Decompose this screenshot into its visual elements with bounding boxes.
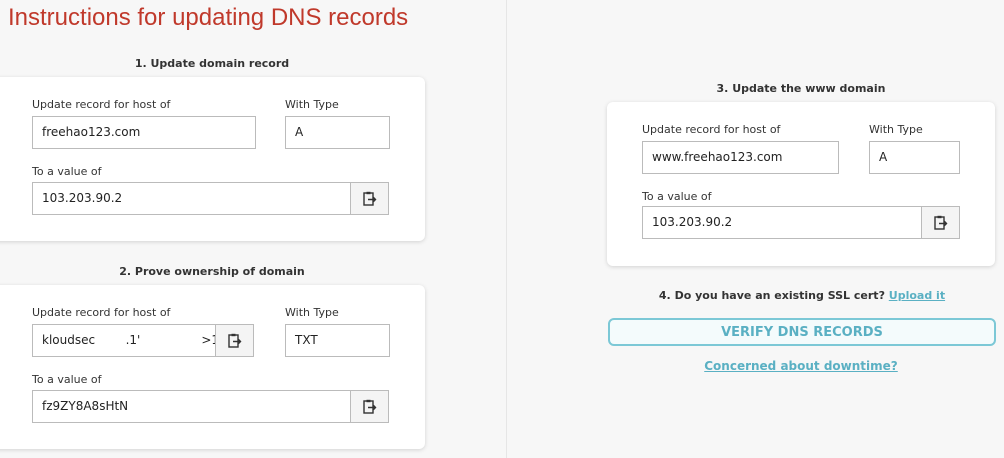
section1-value-field[interactable]: 103.203.90.2 (32, 182, 351, 215)
section2-card: Update record for host of With Type klou… (0, 285, 425, 449)
section1-title: 1. Update domain record (134, 57, 290, 70)
clipboard-copy-icon (227, 333, 241, 348)
verify-dns-button[interactable]: VERIFY DNS RECORDS (608, 318, 996, 346)
section2-host-label: Update record for host of (32, 306, 171, 319)
section1-host-label: Update record for host of (32, 98, 171, 111)
section1-value-label: To a value of (32, 165, 102, 178)
section2-value-copy-button[interactable] (350, 390, 389, 423)
section3-value-label: To a value of (642, 190, 712, 203)
section3-title: 3. Update the www domain (716, 82, 886, 95)
right-pane: 3. Update the www domain Update record f… (507, 0, 1004, 458)
concerned-downtime-link[interactable]: Concerned about downtime? (704, 359, 898, 373)
section3-value-field[interactable]: 103.203.90.2 (642, 206, 922, 239)
section3-copy-button[interactable] (921, 206, 960, 239)
ssl-question-text: 4. Do you have an existing SSL cert? (658, 289, 885, 302)
section3-host-field[interactable]: www.freehao123.com (642, 141, 839, 174)
section3-host-label: Update record for host of (642, 123, 781, 136)
clipboard-copy-icon (362, 191, 376, 206)
clipboard-copy-icon (933, 215, 947, 230)
section1-card: Update record for host of With Type free… (0, 77, 425, 241)
section1-type-field[interactable]: A (285, 116, 390, 149)
clipboard-copy-icon (362, 399, 376, 414)
section2-host-copy-button[interactable] (215, 324, 254, 357)
upload-cert-link[interactable]: Upload it (889, 289, 945, 302)
section2-type-field[interactable]: TXT (285, 324, 390, 357)
ssl-question: 4. Do you have an existing SSL cert? Upl… (607, 289, 997, 302)
section2-type-label: With Type (285, 306, 339, 319)
section3-card: Update record for host of With Type www.… (607, 102, 995, 266)
section2-title: 2. Prove ownership of domain (119, 265, 305, 278)
left-pane: Instructions for updating DNS records 1.… (0, 0, 506, 458)
section2-host-field[interactable]: kloudsec .1' >1 (32, 324, 216, 357)
section1-type-label: With Type (285, 98, 339, 111)
downtime-link-wrapper: Concerned about downtime? (507, 359, 1004, 373)
section3-type-field[interactable]: A (869, 141, 960, 174)
section2-value-field[interactable]: fz9ZY8A8sHtN (32, 390, 351, 423)
section1-copy-button[interactable] (350, 182, 389, 215)
section3-type-label: With Type (869, 123, 923, 136)
section2-value-label: To a value of (32, 373, 102, 386)
page-title: Instructions for updating DNS records (8, 4, 409, 31)
section1-host-field[interactable]: freehao123.com (32, 116, 256, 149)
